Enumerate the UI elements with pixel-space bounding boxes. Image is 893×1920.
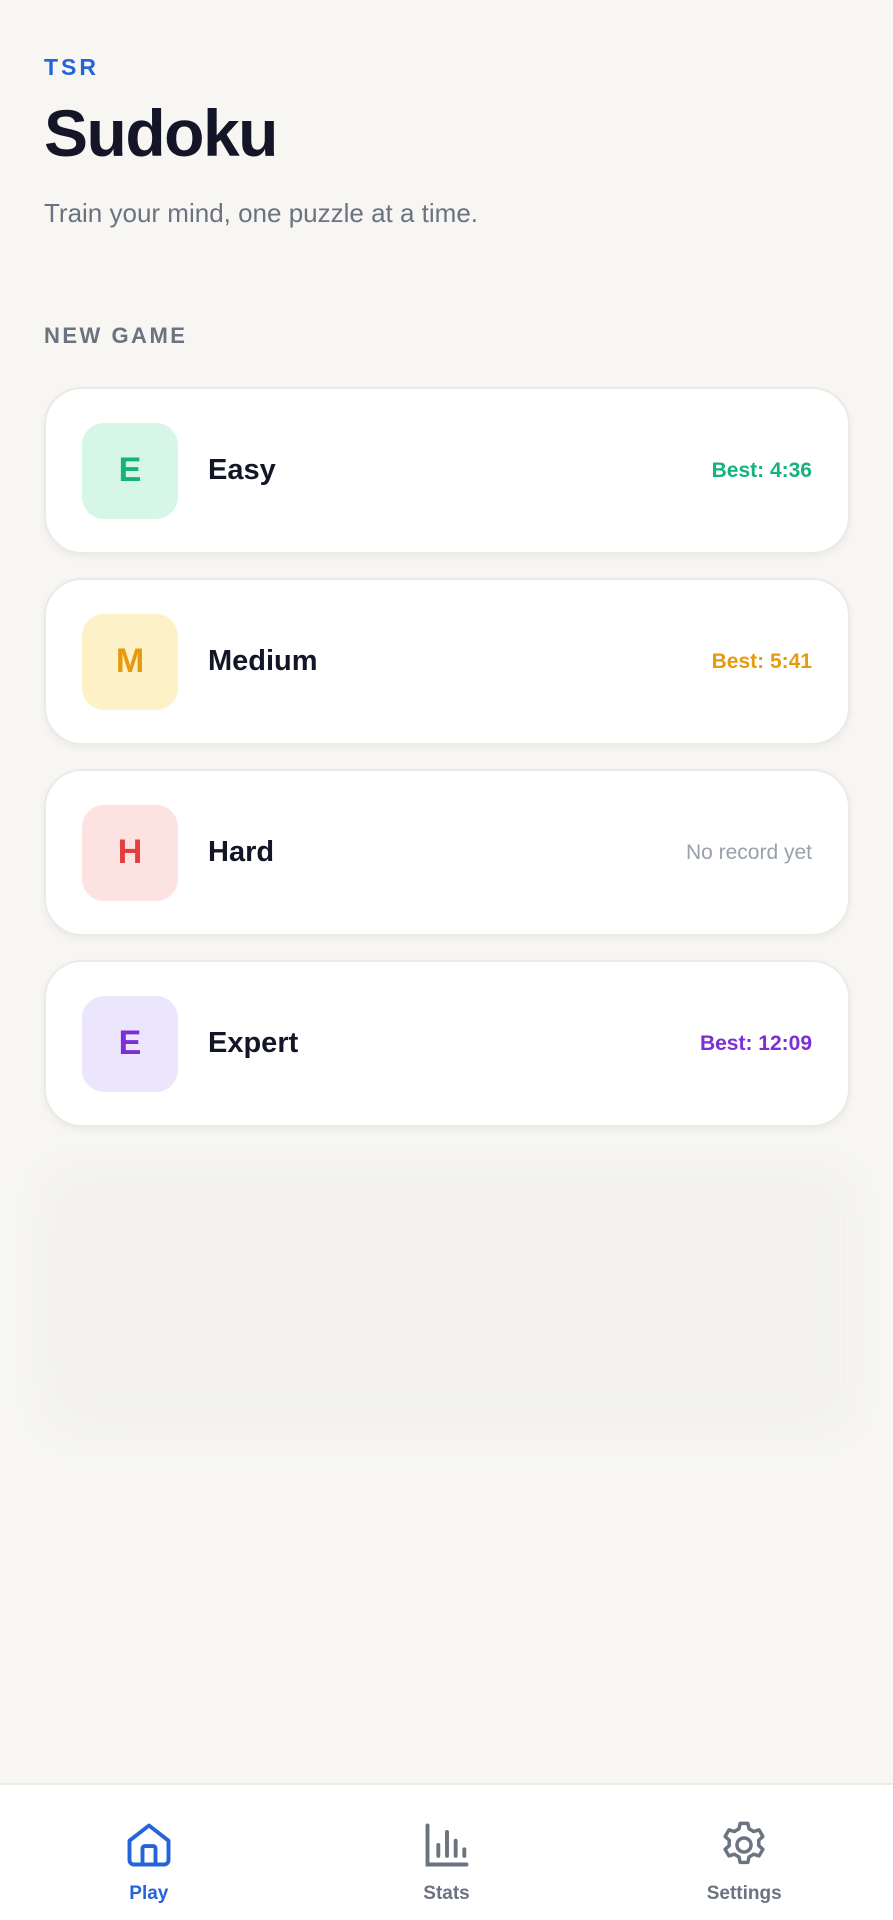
difficulty-card-medium[interactable]: M Medium Best: 5:41 [44,578,850,745]
tab-label-stats: Stats [423,1883,470,1904]
background-placeholder [44,1170,850,1430]
page-title: Sudoku [44,96,279,170]
difficulty-badge: M [82,613,178,710]
difficulty-badge: E [82,422,178,519]
tab-settings[interactable]: Settings [595,1785,893,1920]
difficulty-name: Easy [208,454,276,486]
difficulty-card-expert[interactable]: E Expert Best: 12:09 [44,960,850,1127]
home-icon [127,1823,171,1867]
tab-stats[interactable]: Stats [298,1785,596,1920]
difficulty-name: Medium [208,645,318,677]
bar-chart-icon [425,1823,468,1867]
best-time: Best: 5:41 [711,649,812,673]
difficulty-card-hard[interactable]: H Hard No record yet [44,769,850,936]
bottom-tab-bar: Play Stats Settings [0,1783,893,1920]
section-label-new-game: NEW GAME [44,323,188,348]
tab-label-play: Play [129,1883,169,1904]
difficulty-name: Expert [208,1027,299,1059]
difficulty-name: Hard [208,836,275,868]
page-subtitle: Train your mind, one puzzle at a time. [44,198,479,228]
difficulty-badge: E [82,995,178,1092]
gear-icon [723,1821,765,1865]
best-time: Best: 4:36 [711,458,812,482]
brand-label: TSR [44,54,99,80]
tab-label-settings: Settings [706,1883,782,1904]
difficulty-badge: H [82,804,178,901]
best-time: No record yet [685,840,812,864]
best-time: Best: 12:09 [699,1031,812,1055]
tab-play[interactable]: Play [0,1785,298,1920]
difficulty-list: E Easy Best: 4:36 M Medium Best: 5:41 H … [44,387,850,1151]
difficulty-card-easy[interactable]: E Easy Best: 4:36 [44,387,850,554]
